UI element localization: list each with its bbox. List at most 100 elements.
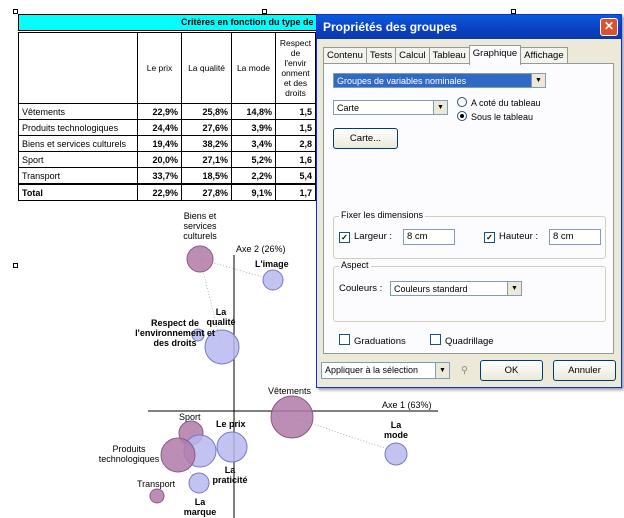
header-cell: Respect de l'envir onment et des droits (275, 32, 316, 104)
label-vetements: Vêtements (268, 386, 312, 396)
bubble-vetements[interactable] (270, 395, 314, 439)
cell: 2,2% (231, 167, 276, 185)
row-label: Produits technologiques (18, 119, 138, 136)
tab-contenu[interactable]: Contenu (323, 47, 367, 64)
height-input[interactable]: 8 cm (549, 229, 601, 245)
cell: 38,2% (181, 135, 232, 152)
chevron-down-icon[interactable]: ▼ (433, 101, 447, 114)
bubble-biens[interactable] (186, 245, 214, 273)
bubble-lamode[interactable] (384, 442, 408, 466)
cell: 14,8% (231, 103, 276, 120)
radio-beside-table[interactable]: A coté du tableau (457, 97, 541, 108)
row-label: Sport (18, 151, 138, 168)
checkbox-checked-icon[interactable]: ✓ (484, 232, 495, 243)
dialog-titlebar[interactable]: Propriétés des groupes ✕ (317, 15, 621, 39)
width-label: Largeur : (354, 231, 393, 242)
label-transport: Transport (137, 479, 176, 489)
tab-calcul[interactable]: Calcul (395, 47, 430, 64)
chart-type-value: Carte (337, 103, 360, 113)
graduations-label: Graduations (354, 336, 406, 347)
header-cell: La mode (231, 32, 276, 104)
cell: 33,7% (137, 167, 182, 185)
tab-tests[interactable]: Tests (365, 47, 397, 64)
radio-below-label: Sous le tableau (471, 112, 534, 122)
cell: 18,5% (181, 167, 232, 185)
colors-select[interactable]: Couleurs standard ▼ (390, 281, 522, 296)
tab-strip: Contenu Tests Calcul Tableau Graphique Affich… (323, 45, 568, 65)
label-biens: Biens et services culturels (183, 211, 217, 241)
cell: 22,9% (137, 183, 182, 201)
chevron-down-icon[interactable]: ▼ (531, 74, 545, 87)
row-label: Transport (18, 167, 138, 185)
cell: 27,6% (181, 119, 232, 136)
cell: 1,5 (275, 119, 316, 136)
radio-beside-label: A coté du tableau (471, 98, 541, 108)
bubble-lapraticite[interactable] (216, 431, 248, 463)
label-produits: Produits technologiques (98, 444, 160, 464)
radio-icon[interactable] (457, 97, 467, 107)
cell: 9,1% (231, 183, 276, 201)
chevron-down-icon[interactable]: ▼ (435, 363, 449, 378)
cell: 25,8% (181, 103, 232, 120)
header-cell: Le prix (137, 32, 182, 104)
axis-2-label: Axe 2 (26%) (236, 244, 286, 254)
tab-tableau[interactable]: Tableau (428, 47, 470, 64)
row-label: Vêtements (18, 103, 138, 120)
quadrillage-checkbox[interactable]: Quadrillage (430, 334, 494, 347)
height-checkbox[interactable]: ✓ Hauteur : (484, 231, 538, 243)
apply-select[interactable]: Appliquer à la sélection ▼ (321, 362, 450, 379)
ok-button[interactable]: OK (480, 360, 543, 381)
dimensions-legend: Fixer les dimensions (339, 210, 426, 220)
cell: 3,4% (231, 135, 276, 152)
bubble-transport[interactable] (149, 488, 165, 504)
height-label: Hauteur : (499, 231, 539, 242)
checkbox-icon[interactable] (339, 334, 350, 345)
carte-button[interactable]: Carte... (333, 128, 398, 149)
cancel-button[interactable]: Annuler (553, 360, 616, 381)
chart-type-select[interactable]: Carte ▼ (333, 100, 448, 115)
tab-affichage[interactable]: Affichage (520, 47, 568, 64)
cell: 5,2% (231, 151, 276, 168)
cell: 27,8% (181, 183, 232, 201)
axis-1-label: Axe 1 (63%) (382, 400, 432, 410)
group-select[interactable]: Groupes de variables nominales ▼ (333, 73, 546, 88)
radio-below-table[interactable]: Sous le tableau (457, 111, 533, 122)
cell: 19,4% (137, 135, 182, 152)
label-sport: Sport (179, 412, 201, 422)
colors-label: Couleurs : (339, 283, 383, 294)
dimensions-group: Fixer les dimensions ✓ Largeur : 8 cm ✓ Ha… (333, 210, 606, 259)
row-label: Total (18, 183, 138, 201)
quadrillage-label: Quadrillage (445, 336, 494, 347)
tab-graphique[interactable]: Graphique (468, 45, 522, 65)
cell: 27,1% (181, 151, 232, 168)
cell: 20,0% (137, 151, 182, 168)
label-lamode: La mode (383, 420, 408, 440)
graduations-checkbox[interactable]: Graduations (339, 334, 406, 347)
dialog-title: Propriétés des groupes (323, 20, 458, 34)
label-limage: L'image (255, 259, 289, 269)
chevron-down-icon[interactable]: ▼ (507, 282, 521, 295)
group-properties-dialog: Propriétés des groupes ✕ Contenu Tests Cal… (316, 14, 622, 388)
bubble-limage[interactable] (262, 269, 284, 291)
width-checkbox[interactable]: ✓ Largeur : (339, 231, 392, 243)
width-input[interactable]: 8 cm (403, 229, 455, 245)
cell: 24,4% (137, 119, 182, 136)
label-leprix: Le prix (216, 419, 246, 429)
aspect-group: Aspect Couleurs : Couleurs standard ▼ (333, 260, 606, 322)
apply-select-value: Appliquer à la sélection (325, 365, 419, 375)
close-icon[interactable]: ✕ (600, 18, 618, 36)
radio-selected-icon[interactable] (457, 111, 467, 121)
label-lamarque: La marque (183, 497, 217, 517)
header-cell: La qualité (181, 32, 232, 104)
group-select-value: Groupes de variables nominales (337, 76, 467, 86)
pin-icon[interactable]: ⚲ (461, 365, 468, 376)
cell: 1,6 (275, 151, 316, 168)
aspect-legend: Aspect (339, 260, 371, 270)
bubble-lamarque[interactable] (188, 472, 210, 494)
cell: 1,5 (275, 103, 316, 120)
cell: 1,7 (275, 183, 316, 201)
checkbox-icon[interactable] (430, 334, 441, 345)
bubble-produits[interactable] (160, 437, 196, 473)
checkbox-checked-icon[interactable]: ✓ (339, 232, 350, 243)
cell: 2,8 (275, 135, 316, 152)
